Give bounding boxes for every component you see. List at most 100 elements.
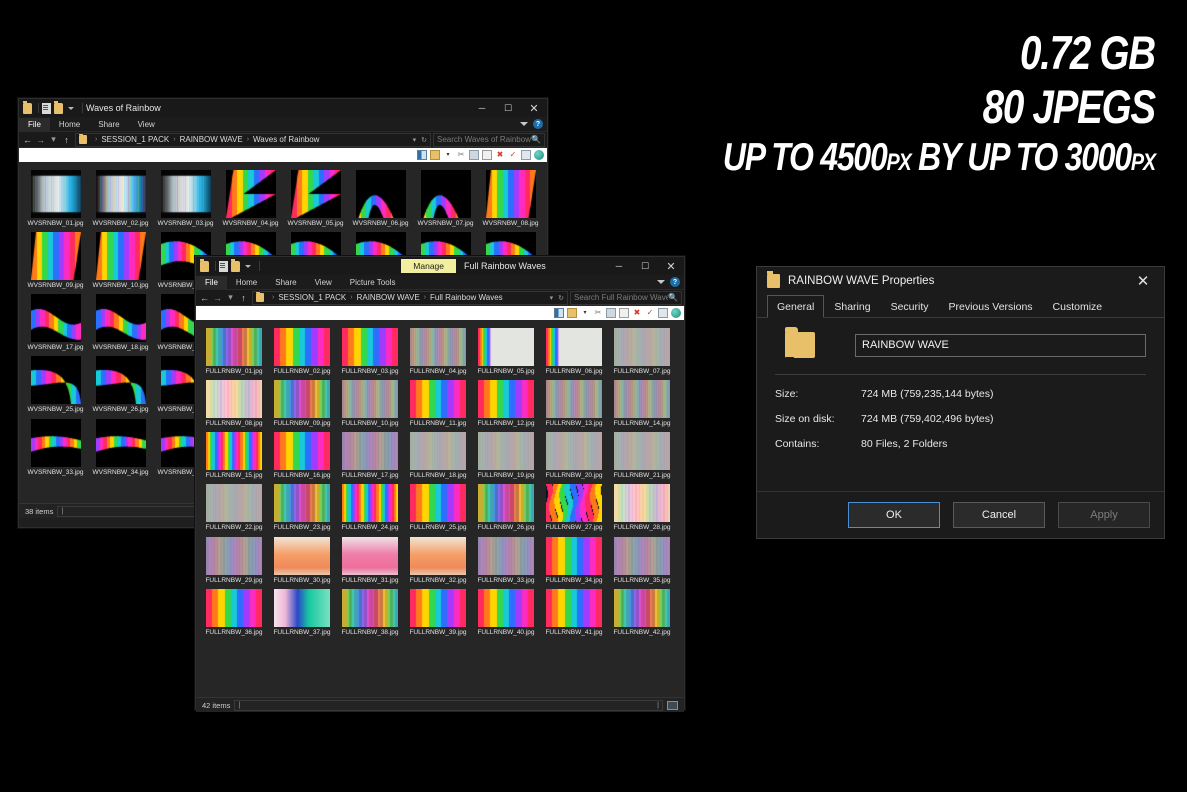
paste-icon[interactable] [482, 150, 492, 160]
file-tile[interactable]: WVSRNBW_33.jpg [23, 415, 88, 477]
history-dropdown-icon[interactable]: ▾ [413, 136, 417, 144]
close-button[interactable]: ✕ [1122, 267, 1164, 295]
file-tile[interactable]: FULLRNBW_14.jpg [608, 376, 676, 428]
file-tile[interactable]: FULLRNBW_40.jpg [472, 585, 540, 637]
panes-icon[interactable] [417, 150, 427, 160]
window2-ribbon[interactable]: File Home Share View Picture Tools ? [196, 275, 684, 290]
file-tile[interactable]: FULLRNBW_27.jpg [540, 480, 608, 532]
file-tile[interactable]: FULLRNBW_08.jpg [200, 376, 268, 428]
file-tile[interactable]: FULLRNBW_17.jpg [336, 428, 404, 480]
forward-button[interactable]: → [211, 293, 224, 303]
window1-address-bar[interactable]: ← → ▾ ↑ › SESSION_1 PACK › RAINBOW WAVE … [19, 132, 547, 148]
up-button[interactable]: ↑ [60, 135, 73, 145]
ribbon-tab-home[interactable]: Home [50, 118, 89, 131]
cut-icon[interactable]: ✂ [456, 150, 466, 160]
apply-button[interactable]: Apply [1058, 502, 1150, 528]
file-tile[interactable]: FULLRNBW_32.jpg [404, 533, 472, 585]
tab-general[interactable]: General [767, 295, 824, 318]
breadcrumb-item-session[interactable]: SESSION_1 PACK [101, 135, 169, 144]
forward-button[interactable]: → [34, 135, 47, 145]
file-tile[interactable]: FULLRNBW_28.jpg [608, 480, 676, 532]
search-input[interactable]: Search Full Rainbow Waves [574, 293, 668, 302]
file-tile[interactable]: FULLRNBW_09.jpg [268, 376, 336, 428]
globe-icon[interactable] [534, 150, 544, 160]
file-tile[interactable]: FULLRNBW_31.jpg [336, 533, 404, 585]
close-button[interactable]: ✕ [521, 99, 547, 117]
ribbon-tab-view[interactable]: View [129, 118, 164, 131]
refresh-icon[interactable]: ↻ [421, 136, 427, 144]
expand-ribbon-icon[interactable] [657, 280, 665, 284]
chevron-down-icon[interactable] [68, 107, 74, 110]
copy-icon[interactable] [606, 308, 616, 318]
copy-icon[interactable] [469, 150, 479, 160]
window1-titlebar[interactable]: Waves of Rainbow ─ ☐ ✕ [19, 99, 547, 117]
file-tile[interactable]: FULLRNBW_10.jpg [336, 376, 404, 428]
panes-icon[interactable] [554, 308, 564, 318]
file-tile[interactable]: FULLRNBW_02.jpg [268, 324, 336, 376]
ribbon-right-controls[interactable]: ? [520, 119, 543, 129]
new-folder-icon[interactable] [567, 308, 577, 318]
close-button[interactable]: ✕ [658, 257, 684, 275]
file-tile[interactable]: WVSRNBW_17.jpg [23, 290, 88, 352]
window2-controls[interactable]: ─ ☐ ✕ [606, 257, 684, 275]
file-tile[interactable]: FULLRNBW_24.jpg [336, 480, 404, 532]
window1-quick-toolbar[interactable]: ▾ ✂ ✖ ✓ [19, 148, 547, 162]
properties-dialog[interactable]: RAINBOW WAVE Properties ✕ General Sharin… [756, 266, 1165, 539]
file-tile[interactable]: FULLRNBW_11.jpg [404, 376, 472, 428]
mail-icon[interactable] [658, 308, 668, 318]
search-box[interactable]: Search Full Rainbow Waves 🔍 [570, 291, 682, 305]
maximize-button[interactable]: ☐ [632, 257, 658, 275]
refresh-icon[interactable]: ↻ [558, 294, 564, 302]
file-tile[interactable]: WVSRNBW_04.jpg [218, 166, 283, 228]
ribbon-tab-picture-tools[interactable]: Picture Tools [341, 276, 405, 289]
file-tile[interactable]: FULLRNBW_13.jpg [540, 376, 608, 428]
explorer-window-full-rainbow-waves[interactable]: Manage Full Rainbow Waves ─ ☐ ✕ File Hom… [195, 256, 685, 710]
back-button[interactable]: ← [21, 135, 34, 145]
tab-sharing[interactable]: Sharing [824, 295, 880, 317]
breadcrumb-item-rainbow-wave[interactable]: RAINBOW WAVE [180, 135, 243, 144]
properties-icon[interactable] [42, 103, 51, 114]
file-tile[interactable]: WVSRNBW_25.jpg [23, 352, 88, 414]
window2-titlebar[interactable]: Manage Full Rainbow Waves ─ ☐ ✕ [196, 257, 684, 275]
file-tile[interactable]: FULLRNBW_37.jpg [268, 585, 336, 637]
ok-button[interactable]: OK [848, 502, 940, 528]
breadcrumb[interactable]: › SESSION_1 PACK › RAINBOW WAVE › Waves … [75, 133, 431, 147]
file-tile[interactable]: FULLRNBW_07.jpg [608, 324, 676, 376]
minimize-button[interactable]: ─ [606, 257, 632, 275]
dropdown-icon[interactable]: ▾ [443, 150, 453, 160]
file-tile[interactable]: FULLRNBW_15.jpg [200, 428, 268, 480]
delete-icon[interactable]: ✖ [495, 150, 505, 160]
breadcrumb-end-controls[interactable]: ▾ ↻ [407, 136, 427, 144]
file-tile[interactable]: WVSRNBW_26.jpg [88, 352, 153, 414]
file-tile[interactable]: WVSRNBW_03.jpg [153, 166, 218, 228]
folder-name-field[interactable] [855, 334, 1146, 357]
tab-customize[interactable]: Customize [1043, 295, 1113, 317]
file-tile[interactable]: WVSRNBW_10.jpg [88, 228, 153, 290]
file-tile[interactable]: FULLRNBW_01.jpg [200, 324, 268, 376]
file-tile[interactable]: WVSRNBW_06.jpg [348, 166, 413, 228]
ribbon-tab-home[interactable]: Home [227, 276, 266, 289]
file-tile[interactable]: FULLRNBW_39.jpg [404, 585, 472, 637]
file-tile[interactable]: FULLRNBW_20.jpg [540, 428, 608, 480]
check-icon[interactable]: ✓ [508, 150, 518, 160]
recent-locations-button[interactable]: ▾ [47, 134, 60, 145]
file-tile[interactable]: WVSRNBW_05.jpg [283, 166, 348, 228]
window1-controls[interactable]: ─ ☐ ✕ [469, 99, 547, 117]
file-tile[interactable]: WVSRNBW_07.jpg [413, 166, 478, 228]
file-tile[interactable]: FULLRNBW_21.jpg [608, 428, 676, 480]
cut-icon[interactable]: ✂ [593, 308, 603, 318]
search-input[interactable]: Search Waves of Rainbow [437, 135, 531, 144]
properties-titlebar[interactable]: RAINBOW WAVE Properties ✕ [757, 267, 1164, 295]
file-tile[interactable]: FULLRNBW_30.jpg [268, 533, 336, 585]
history-dropdown-icon[interactable]: ▾ [550, 294, 554, 302]
file-tile[interactable]: WVSRNBW_08.jpg [478, 166, 543, 228]
file-grid[interactable]: FULLRNBW_01.jpgFULLRNBW_02.jpgFULLRNBW_0… [196, 320, 684, 637]
breadcrumb-item-current[interactable]: Full Rainbow Waves [430, 293, 503, 302]
search-box[interactable]: Search Waves of Rainbow 🔍 [433, 133, 545, 147]
file-tile[interactable]: FULLRNBW_04.jpg [404, 324, 472, 376]
up-button[interactable]: ↑ [237, 293, 250, 303]
file-tile[interactable]: FULLRNBW_06.jpg [540, 324, 608, 376]
file-tile[interactable]: FULLRNBW_12.jpg [472, 376, 540, 428]
globe-icon[interactable] [671, 308, 681, 318]
check-icon[interactable]: ✓ [645, 308, 655, 318]
